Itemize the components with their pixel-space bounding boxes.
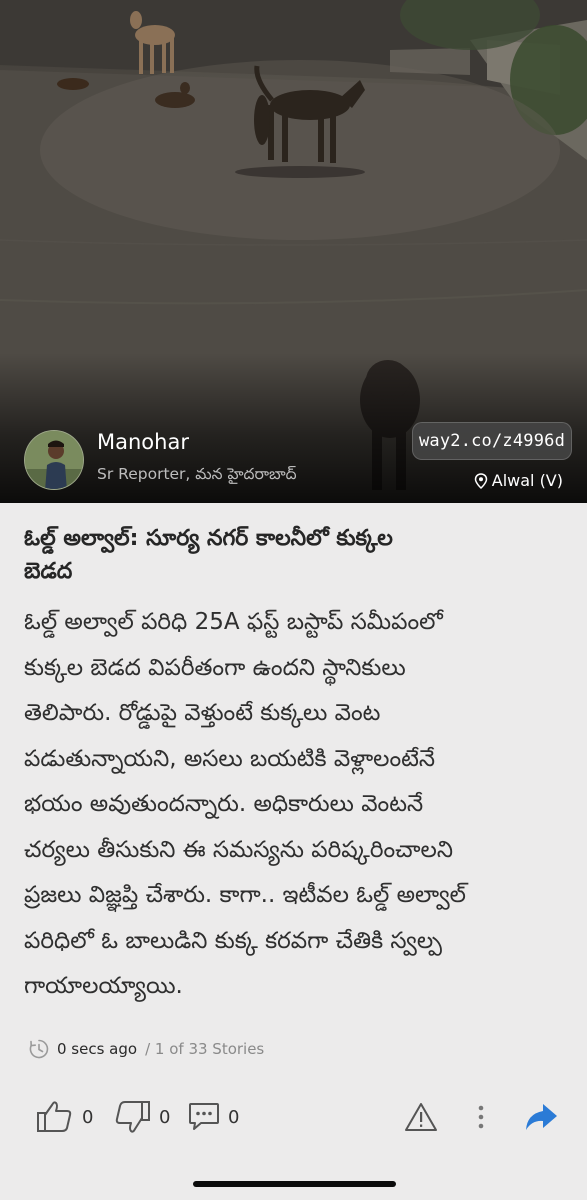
body-line: భయం అవుతుందన్నారు. అధికారులు వెంటనే [24,791,424,817]
comment-button[interactable]: 0 [188,1094,239,1140]
story-time: 0 secs ago [57,1040,138,1058]
headline-line: ఓల్డ్ అల్వాల్: సూర్య నగర్ కాలనీలో కుక్కల [24,526,393,551]
body-line: చర్యలు తీసుకుని ఈ సమస్యను పరిష్కరించాలని [24,836,453,863]
body-line: ఓల్డ్ అల్వాల్ పరిధి 25A ఫస్ట్ బస్టాప్ సమ… [24,609,443,635]
like-count: 0 [82,1106,94,1128]
thumbs-up-icon [37,1101,72,1132]
story-action-bar: 0 0 0 [0,1094,587,1144]
article-headline: ఓల్డ్ అల్వాల్: సూర్య నగర్ కాలనీలో కుక్కల… [24,522,564,588]
story-meta: 0 secs ago / 1 of 33 Stories [28,1038,264,1060]
dislike-button[interactable]: 0 [113,1094,170,1140]
body-line: తెలిపారు. రోడ్డుపై వెళ్తుంటే కుక్కలు వెం… [24,700,381,726]
reporter-avatar[interactable] [24,430,84,490]
body-line: పడుతున్నాయని, అసలు బయటికి వెళ్లాలంటేనే [24,745,436,772]
reporter-role: Sr Reporter, మన హైదరాబాద్ [97,465,297,483]
share-button[interactable] [523,1094,559,1140]
share-icon [526,1104,557,1130]
body-line: గాయాలయ్యాయి. [24,973,183,999]
thumbs-down-icon [115,1101,150,1133]
location-label: Alwal (V) [474,471,563,490]
body-line: ప్రజలు విజ్ఞప్తి చేశారు. కాగా.. ఇటీవల ఓల… [24,882,466,908]
comment-count: 0 [228,1106,240,1128]
body-line: కుక్కల బెడద విపరీతంగా ఉందని స్థానికులు [24,654,406,681]
location-pin-icon [474,472,488,489]
reporter-avatar-photo [25,431,83,489]
headline-line: బెడద [24,559,73,584]
more-vertical-icon [478,1105,484,1129]
dislike-count: 0 [159,1106,171,1128]
location-text: Alwal (V) [491,471,563,490]
body-line: పరిధిలో ఓ బాలుడిని కుక్క కరవగా చేతికి స్… [24,927,443,954]
more-options-button[interactable] [470,1094,492,1140]
reporter-name[interactable]: Manohar [97,430,189,454]
home-indicator[interactable] [193,1181,396,1187]
like-button[interactable]: 0 [36,1094,93,1140]
report-button[interactable] [404,1094,438,1140]
story-position: / 1 of 33 Stories [145,1040,265,1058]
warning-icon [405,1103,437,1131]
news-photo: Manohar Sr Reporter, మన హైదరాబాద్ way2.c… [0,0,587,503]
comment-icon [189,1103,219,1130]
article-body: ఓల్డ్ అల్వాల్ పరిధి 25A ఫస్ట్ బస్టాప్ సమ… [24,600,569,1010]
short-link-badge[interactable]: way2.co/z4996d [412,422,572,460]
clock-icon [29,1039,49,1059]
